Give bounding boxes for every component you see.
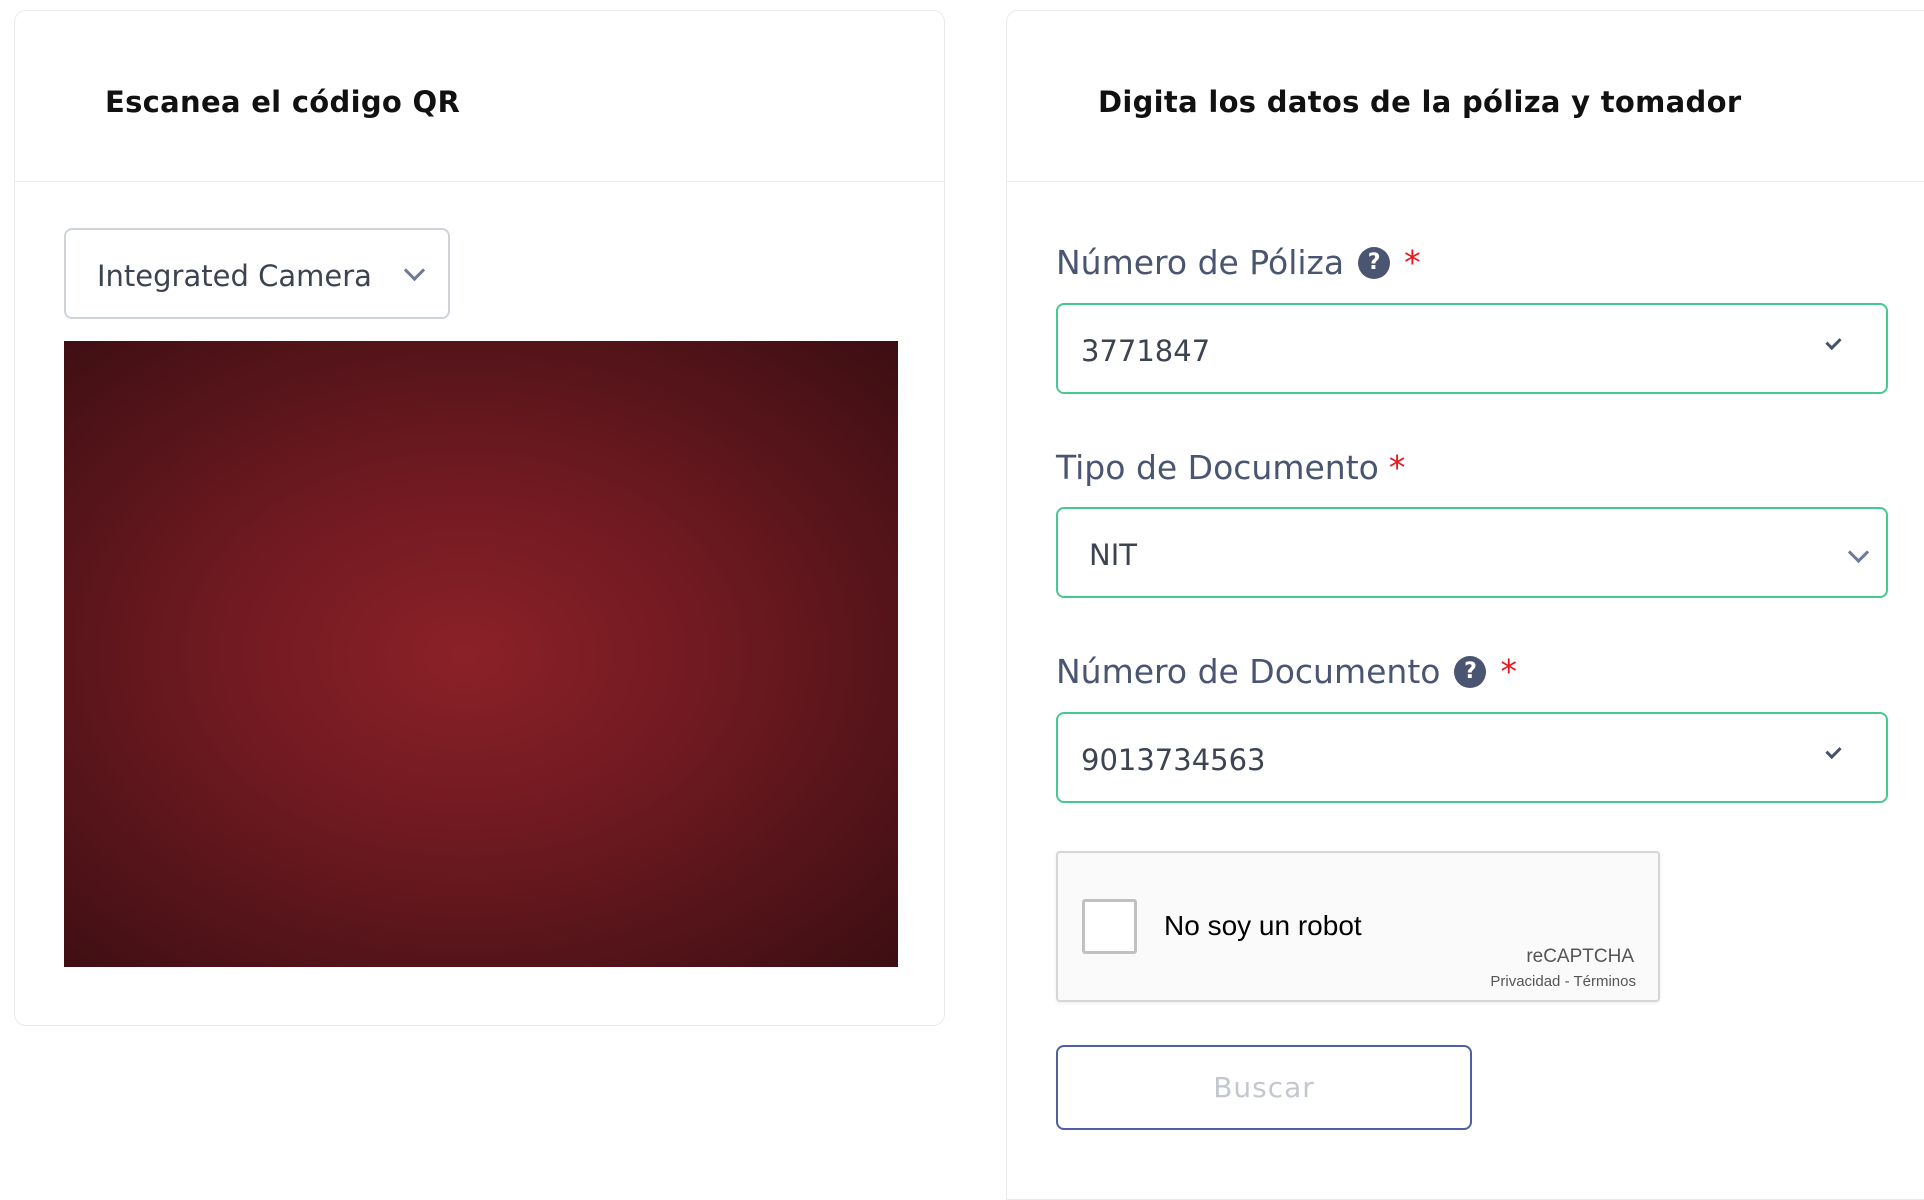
help-icon[interactable]: ?	[1454, 655, 1487, 688]
recaptcha-checkbox[interactable]	[1082, 899, 1137, 954]
document-type-label-text: Tipo de Documento	[1056, 448, 1379, 487]
document-number-label: Número de Documento ? *	[1056, 652, 1517, 691]
required-asterisk: *	[1404, 243, 1421, 282]
recaptcha-links: Privacidad - Términos	[1490, 973, 1636, 990]
policy-number-label: Número de Póliza ? *	[1056, 243, 1421, 282]
policy-card-header: Digita los datos de la póliza y tomador	[1007, 11, 1924, 182]
policy-card-title: Digita los datos de la póliza y tomador	[1098, 85, 1742, 119]
qr-scan-card: Escanea el código QR Integrated Camera	[14, 10, 945, 1026]
document-number-label-text: Número de Documento	[1056, 652, 1441, 691]
document-type-label: Tipo de Documento *	[1056, 448, 1405, 487]
search-button[interactable]: Buscar	[1056, 1045, 1472, 1130]
recaptcha-label: No soy un robot	[1164, 910, 1362, 941]
chevron-down-icon	[403, 259, 426, 282]
camera-preview	[64, 341, 898, 967]
camera-select[interactable]: Integrated Camera	[64, 228, 450, 319]
camera-select-value: Integrated Camera	[97, 259, 372, 293]
recaptcha-link-separator: -	[1564, 973, 1570, 990]
recaptcha-widget: No soy un robot reCAPTCHA Privacidad - T…	[1056, 851, 1660, 1002]
policy-form-card: Digita los datos de la póliza y tomador …	[1006, 10, 1924, 1200]
document-number-value: 9013734563	[1081, 743, 1266, 777]
document-type-value: NIT	[1089, 538, 1137, 572]
required-asterisk: *	[1388, 448, 1406, 487]
recaptcha-terms-link[interactable]: Términos	[1573, 973, 1636, 990]
policy-number-value: 3771847	[1081, 334, 1211, 368]
check-icon	[1825, 333, 1842, 351]
qr-card-header: Escanea el código QR	[15, 11, 944, 182]
policy-number-label-text: Número de Póliza	[1056, 243, 1345, 282]
chevron-down-icon	[1847, 541, 1870, 564]
document-number-input[interactable]: 9013734563	[1056, 712, 1888, 803]
qr-card-title: Escanea el código QR	[105, 85, 461, 119]
check-icon	[1825, 742, 1842, 760]
help-icon[interactable]: ?	[1358, 246, 1391, 279]
recaptcha-brand: reCAPTCHA	[1526, 946, 1634, 967]
recaptcha-privacy-link[interactable]: Privacidad	[1490, 973, 1560, 990]
policy-number-input[interactable]: 3771847	[1056, 303, 1888, 394]
document-type-select[interactable]: NIT	[1056, 507, 1888, 598]
required-asterisk: *	[1500, 652, 1517, 691]
